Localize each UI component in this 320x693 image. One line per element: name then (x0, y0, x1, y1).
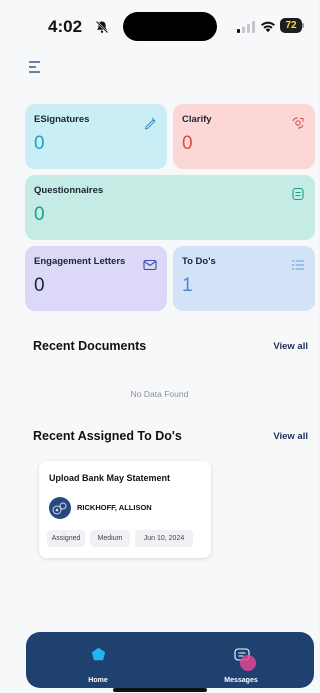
avatar (49, 497, 71, 519)
recent-todos-title: Recent Assigned To Do's (33, 429, 182, 443)
esignatures-count: 0 (34, 133, 45, 154)
priority-badge: Medium (90, 530, 130, 547)
touch-indicator (240, 655, 256, 671)
status-bar: 4:02 72 (0, 0, 319, 52)
nav-home-label: Home (88, 677, 108, 684)
engagement-letters-title: Engagement Letters (34, 256, 126, 267)
hamburger-menu-icon[interactable] (28, 60, 44, 74)
bottom-nav: Home Messages (26, 632, 314, 688)
due-date-badge: Jun 10, 2024 (135, 530, 193, 547)
engagement-letters-count: 0 (34, 275, 45, 296)
no-data-message: No Data Found (130, 389, 189, 399)
clarify-card[interactable]: Clarify 0 (173, 104, 315, 169)
battery-tip (302, 23, 304, 28)
todo-item-title: Upload Bank May Statement (49, 473, 171, 483)
wifi-icon (261, 21, 275, 33)
document-list-icon (292, 187, 304, 201)
list-icon (292, 260, 304, 270)
engagement-letters-card[interactable]: Engagement Letters 0 (25, 246, 167, 311)
app-screen: 4:02 72 ESignatures 0 Clarify 0 Question… (0, 0, 319, 693)
clarify-count: 0 (182, 133, 193, 154)
questionnaires-count: 0 (34, 204, 45, 225)
user-avatar-icon (52, 502, 67, 515)
nav-home-button[interactable]: Home (78, 642, 118, 684)
clarify-title: Clarify (182, 114, 212, 125)
recent-documents-title: Recent Documents (33, 339, 147, 353)
questionnaires-card[interactable]: Questionnaires 0 (25, 175, 315, 240)
recent-todos-view-all-link[interactable]: View all (273, 431, 308, 442)
envelope-icon (143, 259, 157, 271)
dynamic-island (123, 12, 217, 41)
status-badge: Assigned (47, 530, 85, 547)
signal-icon (237, 21, 255, 33)
esignatures-title: ESignatures (34, 114, 90, 125)
pen-icon (144, 117, 156, 130)
todos-count: 1 (182, 275, 193, 296)
status-time: 4:02 (48, 17, 83, 36)
recent-documents-view-all-link[interactable]: View all (273, 341, 308, 352)
bell-off-icon (95, 20, 109, 34)
clarify-icon (292, 117, 304, 129)
todo-item-card[interactable]: Upload Bank May Statement RICKHOFF, ALLI… (39, 461, 211, 558)
questionnaires-title: Questionnaires (34, 185, 104, 196)
todos-card[interactable]: To Do's 1 (173, 246, 315, 311)
todo-assignee: RICKHOFF, ALLISON (77, 503, 152, 512)
esignatures-card[interactable]: ESignatures 0 (25, 104, 167, 169)
battery-indicator: 72 (280, 18, 302, 33)
home-indicator (113, 688, 207, 692)
nav-messages-label: Messages (224, 677, 258, 684)
home-icon (91, 647, 106, 661)
todos-title: To Do's (182, 256, 216, 267)
